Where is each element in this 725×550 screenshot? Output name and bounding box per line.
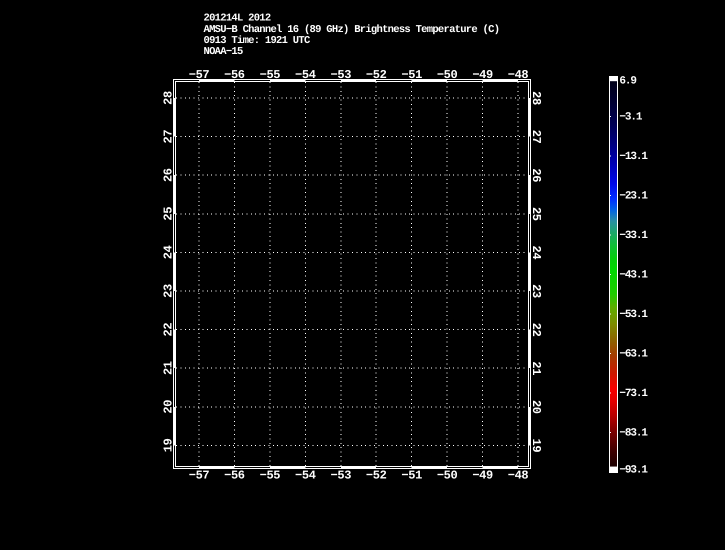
- svg-text:23: 23: [162, 284, 176, 298]
- svg-text:−54: −54: [295, 68, 316, 82]
- svg-text:−49: −49: [472, 68, 493, 82]
- svg-text:22: 22: [162, 323, 176, 337]
- svg-text:−50: −50: [437, 68, 458, 82]
- svg-text:−50: −50: [437, 469, 458, 483]
- svg-text:−57: −57: [189, 469, 210, 483]
- svg-text:22: 22: [529, 323, 543, 337]
- svg-text:−13.1: −13.1: [619, 151, 648, 163]
- svg-text:201214L 2012: 201214L 2012: [204, 13, 271, 25]
- svg-text:24: 24: [529, 246, 543, 260]
- svg-text:25: 25: [162, 207, 176, 221]
- svg-text:−49: −49: [472, 469, 493, 483]
- svg-text:−52: −52: [366, 68, 387, 82]
- svg-text:−51: −51: [401, 68, 422, 82]
- svg-text:20: 20: [529, 400, 543, 414]
- svg-text:−33.1: −33.1: [619, 230, 648, 242]
- svg-text:−53: −53: [331, 68, 352, 82]
- svg-text:23: 23: [529, 284, 543, 298]
- svg-text:−83.1: −83.1: [619, 428, 648, 440]
- svg-text:19: 19: [529, 439, 543, 453]
- svg-text:24: 24: [162, 245, 176, 259]
- svg-text:−55: −55: [260, 469, 281, 483]
- svg-text:28: 28: [529, 91, 543, 105]
- svg-text:−56: −56: [224, 469, 245, 483]
- svg-text:20: 20: [162, 400, 176, 414]
- svg-text:−93.1: −93.1: [619, 465, 648, 477]
- svg-text:−57: −57: [189, 68, 210, 82]
- svg-text:−55: −55: [260, 68, 281, 82]
- svg-text:−53: −53: [331, 469, 352, 483]
- svg-text:21: 21: [162, 361, 176, 375]
- svg-text:19: 19: [162, 438, 176, 452]
- svg-text:28: 28: [162, 91, 176, 105]
- svg-text:21: 21: [529, 361, 543, 375]
- svg-text:−63.1: −63.1: [619, 349, 648, 361]
- svg-text:26: 26: [529, 168, 543, 182]
- svg-text:0913 Time: 1921 UTC: 0913 Time: 1921 UTC: [204, 35, 311, 47]
- svg-text:27: 27: [529, 130, 543, 144]
- svg-text:−48: −48: [508, 469, 529, 483]
- svg-text:−51: −51: [401, 469, 422, 483]
- svg-text:−53.1: −53.1: [619, 309, 648, 321]
- svg-text:−54: −54: [295, 469, 316, 483]
- svg-text:25: 25: [529, 207, 543, 221]
- svg-text:−52: −52: [366, 469, 387, 483]
- svg-text:−43.1: −43.1: [619, 270, 648, 282]
- svg-text:−56: −56: [224, 68, 245, 82]
- svg-text:−73.1: −73.1: [619, 388, 648, 400]
- svg-text:6.9: 6.9: [619, 75, 636, 87]
- svg-text:26: 26: [162, 168, 176, 182]
- svg-text:−48: −48: [508, 68, 529, 82]
- svg-text:NOAA−15: NOAA−15: [204, 46, 243, 58]
- svg-text:−3.1: −3.1: [619, 112, 643, 124]
- svg-text:−23.1: −23.1: [619, 191, 648, 203]
- svg-text:27: 27: [162, 130, 176, 144]
